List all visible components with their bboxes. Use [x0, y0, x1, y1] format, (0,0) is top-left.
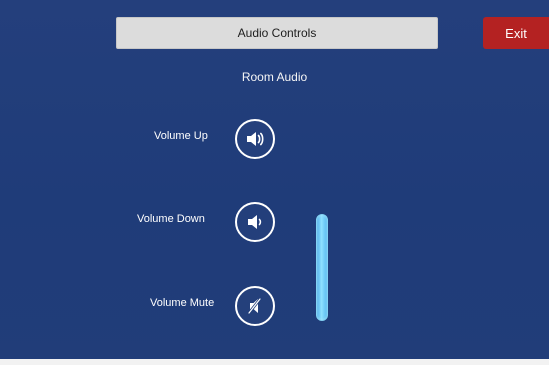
volume-down-label: Volume Down: [137, 213, 205, 225]
bottom-strip: [0, 359, 549, 365]
section-title: Room Audio: [241, 70, 308, 84]
volume-level-slider[interactable]: [316, 214, 328, 321]
page-title: Audio Controls: [237, 26, 317, 40]
volume-up-icon: [245, 130, 265, 148]
volume-up-label: Volume Up: [154, 130, 208, 142]
volume-down-button[interactable]: [235, 202, 275, 242]
volume-mute-icon: [245, 297, 265, 315]
volume-mute-label: Volume Mute: [150, 297, 215, 309]
exit-button-label: Exit: [505, 25, 527, 41]
exit-button[interactable]: Exit: [483, 17, 549, 49]
volume-mute-row: Volume Mute: [0, 286, 549, 326]
volume-down-row: Volume Down: [0, 202, 549, 242]
page-title-bar: Audio Controls: [116, 17, 438, 49]
volume-up-button[interactable]: [235, 119, 275, 159]
volume-down-icon: [245, 213, 265, 231]
volume-up-row: Volume Up: [0, 119, 549, 159]
volume-mute-button[interactable]: [235, 286, 275, 326]
